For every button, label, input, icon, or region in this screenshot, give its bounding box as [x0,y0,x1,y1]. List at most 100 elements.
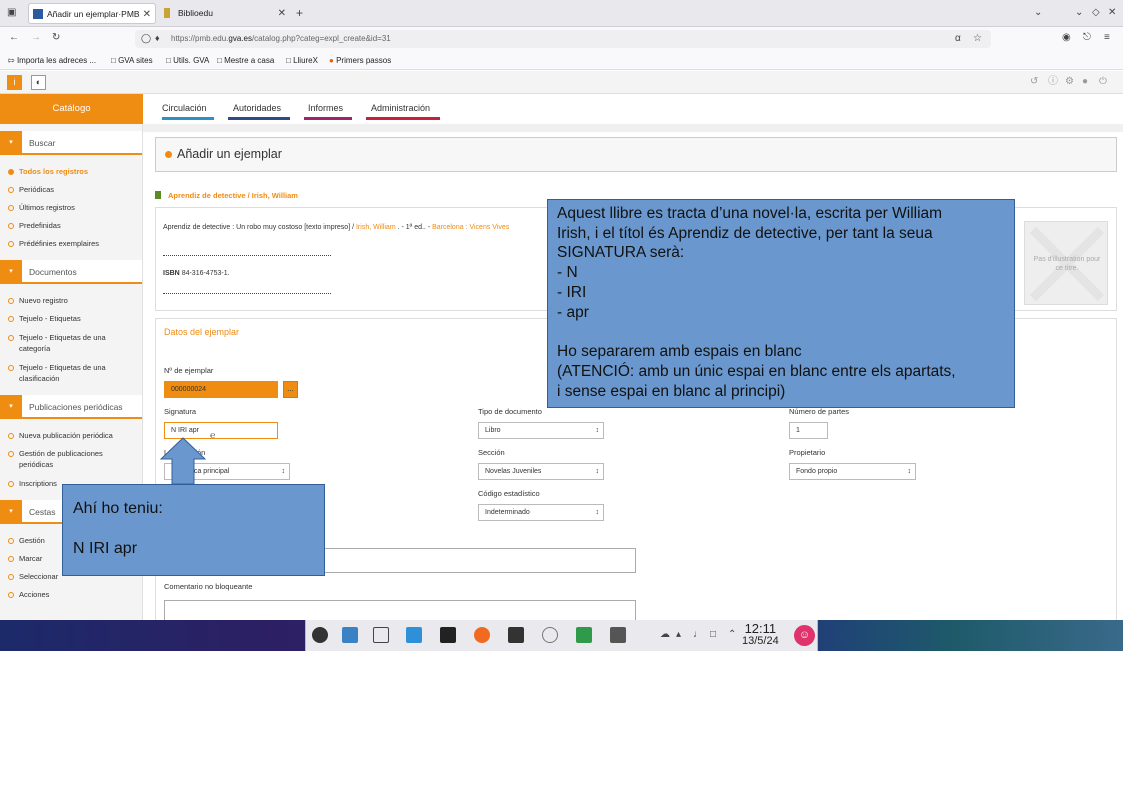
clock-time: 12:11 [744,621,777,636]
tab-administracion[interactable]: Administración [366,103,440,120]
sidebar-section-buscar[interactable]: ▾ Buscar [0,131,142,155]
tray-display-icon[interactable]: □ [710,630,716,640]
codigo-estadistico-select[interactable]: Indeterminado [478,504,604,521]
isbn-line: ISBN 84-316-4753-1. [163,270,230,277]
url-domain: gva.es [228,34,252,43]
bookmark-gva-sites[interactable]: □ GVA sites [111,51,153,70]
bookmark-utils-gva[interactable]: □ Utils. GVA [166,51,209,70]
user-avatar-icon[interactable]: ☺ [794,625,815,646]
bookmark-primers-passos[interactable]: ● Primers passos [329,51,391,70]
sidebar-section-publicaciones[interactable]: ▾ Publicaciones periódicas [0,395,142,419]
tab-label: Circulación [162,103,207,113]
minimize-icon[interactable]: ⌄ [1075,8,1083,18]
sidebar-item-todos-los-registros[interactable]: Todos los registros [8,166,138,177]
account-icon[interactable]: ◉ [1062,33,1071,43]
callout-line: Aquest llibre es tracta d’una novel·la, … [557,205,943,222]
spreadsheet-icon[interactable] [576,627,592,643]
record-title-link[interactable]: Aprendiz de detective / Irish, William [155,191,298,200]
folder-icon[interactable] [406,627,422,643]
desktop-icon[interactable] [373,627,389,643]
screen-recorder-icon[interactable] [610,627,626,643]
taskbar-clock[interactable]: 12:11 13/5/24 [742,621,779,647]
isbn-value: 84-316-4753-1. [181,270,230,277]
seccion-label: Sección [478,448,505,457]
reload-icon[interactable]: ↻ [52,33,60,43]
back-icon[interactable]: ← [9,33,19,43]
section-title: Publicaciones periódicas [29,402,123,412]
history-icon[interactable]: ↺ [1030,77,1038,87]
record-publisher-link[interactable]: Barcelona : Vicens Vives [432,224,509,231]
sidebar-item-tejuelo-clasificacion[interactable]: Tejuelo - Etiquetas de una clasificación [8,362,138,384]
tipo-documento-select[interactable]: Libro [478,422,604,439]
settings-icon[interactable]: ⚙ [1065,77,1074,87]
sidebar-item-ultimos-registros[interactable]: Últimos registros [8,202,138,213]
tab-informes[interactable]: Informes [304,103,352,120]
forward-icon[interactable]: → [31,33,41,43]
sidebar-item-periodicas[interactable]: Periódicas [8,184,138,195]
numero-partes-field[interactable]: 1 [789,422,828,439]
sidebar-item-acciones[interactable]: Acciones [8,589,138,600]
nro-ejemplar-field[interactable]: 000000024 [164,381,278,398]
sidebar-item-nueva-publicacion[interactable]: Nueva publicación periódica [8,430,138,441]
book-icon [155,191,161,199]
browser-tab-bar: ▣ Añadir un ejemplar·PMB ✕ Biblioedu ✕ +… [0,0,1123,27]
firefox-icon[interactable] [474,627,490,643]
bookmark-lliurex[interactable]: □ LliureX [286,51,318,70]
sidebar-item-gestion-publicaciones[interactable]: Gestión de publicaciones periódicas [8,448,138,470]
sidebar-item-tejuelo-etiquetas[interactable]: Tejuelo - Etiquetas [8,313,138,324]
help-icon[interactable]: ⓘ [1048,77,1058,87]
file-manager-icon[interactable] [342,627,358,643]
clock-date: 13/5/24 [742,635,779,647]
dashboard-icon[interactable]: ◐ [31,75,46,90]
tab-overview-icon[interactable]: ▣ [7,8,16,18]
sidebar-item-predefinidas[interactable]: Predefinidas [8,220,138,231]
tab-pmb-label: Añadir un ejemplar·PMB [47,9,140,19]
url-path: /catalog.php?categ=expl_create&id=31 [251,34,391,43]
tray-cloud-icon[interactable]: ☁ [660,630,670,640]
translate-icon[interactable]: α [955,34,961,44]
url-bar[interactable]: ◯ ♦ https://pmb.edu.gva.es/catalog.php?c… [135,30,991,48]
tab-pmb[interactable]: Añadir un ejemplar·PMB ✕ [28,3,156,24]
menu-icon[interactable]: ≡ [1104,33,1110,43]
bookmarks-bar: ⇰ Importa les adreces ... □ GVA sites □ … [0,51,1123,70]
seccion-select[interactable]: Novelas Juveniles [478,463,604,480]
app-store-icon[interactable] [440,627,456,643]
sidebar-section-documentos[interactable]: ▾ Documentos [0,260,142,284]
close-tab-icon[interactable]: ✕ [143,4,151,25]
callout-line: Irish, i el títol és Aprendiz de detecti… [557,224,933,242]
record-author-link[interactable]: Irish, William [356,224,396,231]
close-window-icon[interactable]: ✕ [1108,8,1116,18]
info-icon[interactable]: i [7,75,22,90]
tab-circulacion[interactable]: Circulación [162,103,214,120]
maximize-icon[interactable]: ◇ [1092,8,1100,18]
tab-autoridades[interactable]: Autoridades [228,103,290,120]
power-icon[interactable]: ⏻ [1099,77,1107,87]
extensions-icon[interactable]: ⎋ [1083,33,1091,43]
start-menu-icon[interactable] [312,627,328,643]
calculator-icon[interactable] [508,627,524,643]
sidebar-item-predefinies-exemplaires[interactable]: Prédéfinies exemplaires [8,238,138,249]
tab-biblioedu[interactable]: Biblioedu ✕ [160,3,290,24]
tray-network-icon[interactable]: ▴ [676,630,681,640]
globe-icon[interactable]: ● [1082,77,1088,87]
comentario-no-bloqueante-label: Comentario no bloqueante [164,582,253,591]
bookmark-label: Mestre a casa [224,56,275,65]
emoji-icon[interactable] [542,627,558,643]
tab-underline [228,117,290,120]
propietario-select[interactable]: Fondo propio [789,463,916,480]
tray-expand-icon[interactable]: ⌃ [728,630,736,640]
new-tab-icon[interactable]: + [296,7,303,19]
item-data-title: Datos del ejemplar [164,327,240,337]
no-image-placeholder: Pas d'illustration pour ce titre. [1024,221,1108,305]
bookmark-import[interactable]: ⇰ Importa les adreces ... [8,51,96,70]
tray-volume-icon[interactable]: ♩ [693,630,703,640]
tab-list-icon[interactable]: ⌄ [1034,8,1042,18]
sidebar-item-nuevo-registro[interactable]: Nuevo registro [8,295,138,306]
nro-ejemplar-picker-button[interactable]: ... [283,381,298,398]
bookmark-star-icon[interactable]: ☆ [973,34,982,44]
sidebar-header-catalogo[interactable]: Catálogo [0,94,143,124]
bookmark-mestre-a-casa[interactable]: □ Mestre a casa [217,51,274,70]
sidebar-item-tejuelo-categoria[interactable]: Tejuelo - Etiquetas de una categoría [8,332,138,354]
callout-line: Ho separarem amb espais en blanc [557,343,802,361]
close-tab-icon[interactable]: ✕ [278,3,286,24]
